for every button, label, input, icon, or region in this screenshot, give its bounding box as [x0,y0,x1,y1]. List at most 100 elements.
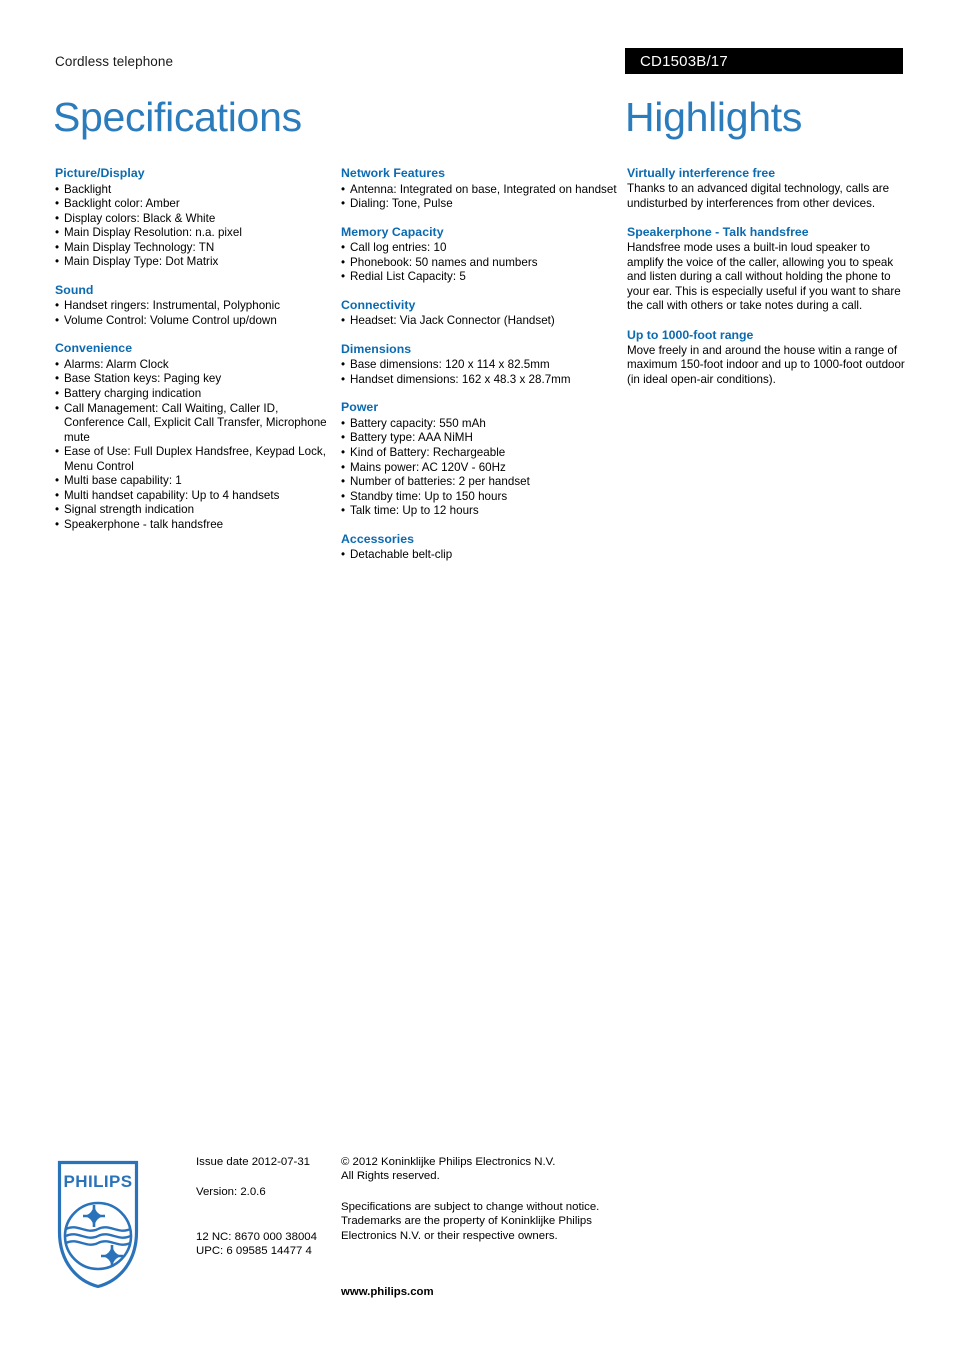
spec-section-heading: Convenience [55,341,133,356]
spec-item: • Main Display Type: Dot Matrix [55,255,333,270]
bullet-icon: • [55,503,60,517]
spec-item: • Kind of Battery: Rechargeable [341,446,619,461]
spec-section-heading: Accessories [341,531,415,546]
spec-item: • Battery type: AAA NiMH [341,431,619,446]
footer-version-block: Version: 2.0.6 [196,1185,336,1199]
spec-item-text: Detachable belt-clip [350,548,453,562]
page-title-highlights: Highlights [625,94,803,140]
bullet-icon: • [55,445,60,459]
spec-item: • Detachable belt-clip [341,548,619,563]
bullet-icon: • [55,313,60,327]
footer-website-link[interactable]: www.philips.com [341,1285,603,1299]
spec-item: • Ease of Use: Full Duplex Handsfree, Key… [55,445,333,474]
spec-section-heading: Connectivity [341,297,416,312]
spec-item: • Main Display Technology: TN [55,241,333,256]
bullet-icon: • [55,240,60,254]
bullet-icon: • [341,548,346,562]
bullet-icon: • [55,401,60,415]
spec-section: Accessories • Detachable belt-clip [341,532,619,563]
spec-item: • Multi base capability: 1 [55,474,333,489]
specifications-column-1: Picture/Display • Backlight • Backlight colo… [55,166,333,532]
bullet-icon: • [55,357,60,371]
bullet-icon: • [341,241,346,255]
spec-item-text: Speakerphone - talk handsfree [64,517,224,531]
bullet-icon: • [341,460,346,474]
spec-item-list: • Call log entries: 10 • Phonebook: 50 name… [341,241,619,285]
spec-item: • Display colors: Black & White [55,212,333,227]
highlights-column: Virtually interference free Thanks to an … [627,166,905,387]
spec-item-text: Battery type: AAA NiMH [350,431,473,445]
spec-item-list: • Battery capacity: 550 mAh • Battery type:… [341,417,619,519]
spec-item-text: Multi base capability: 1 [64,474,182,488]
footer-meta-column: Issue date 2012-07-31 Version: 2.0.6 12 … [196,1155,336,1259]
spec-item-text: Base dimensions: 120 x 114 x 82.5mm [350,358,550,372]
bullet-icon: • [55,197,60,211]
spec-section-heading: Dimensions [341,341,412,356]
spec-item-text: Base Station keys: Paging key [64,372,222,386]
spec-item: • Talk time: Up to 12 hours [341,504,619,519]
spec-item: • Phonebook: 50 names and numbers [341,256,619,271]
spec-item: • Number of batteries: 2 per handset [341,475,619,490]
spec-item-list: • Alarms: Alarm Clock • Base Station keys: … [55,358,333,533]
spec-item: • Main Display Resolution: n.a. pixel [55,226,333,241]
footer-disclaimer-line-1: Specifications are subject to change wit… [341,1200,600,1213]
spec-item: • Volume Control: Volume Control up/down [55,314,333,329]
bullet-icon: • [341,489,346,503]
bullet-icon: • [341,314,346,328]
spec-item: • Standby time: Up to 150 hours [341,490,619,505]
spec-item-text: Call log entries: 10 [350,241,447,255]
bullet-icon: • [55,226,60,240]
spec-item-list: • Handset ringers: Instrumental, Polyphon… [55,299,333,328]
spec-item-text: Backlight [64,182,112,196]
spec-section: Convenience • Alarms: Alarm Clock • Base Sta… [55,341,333,532]
product-category-label: Cordless telephone [55,54,174,69]
footer-copyright-line-2: All Rights reserved. [341,1170,440,1183]
spec-item-text: Kind of Battery: Rechargeable [350,445,506,459]
spec-section: Sound • Handset ringers: Instrumental, Pol… [55,283,333,329]
spec-item-text: Volume Control: Volume Control up/down [64,313,277,327]
spec-item: • Handset ringers: Instrumental, Polyphon… [55,299,333,314]
highlight-heading: Speakerphone - Talk handsfree [627,225,809,240]
spec-item: • Mains power: AC 120V - 60Hz [341,461,619,476]
bullet-icon: • [55,517,60,531]
bullet-icon: • [55,299,60,313]
spec-item-text: Multi handset capability: Up to 4 handse… [64,488,280,502]
spec-item-list: • Headset: Via Jack Connector (Handset) [341,314,619,329]
highlight-body: Handsfree mode uses a built-in loud spea… [627,241,901,313]
bullet-icon: • [341,416,346,430]
highlight-entry: Speakerphone - Talk handsfree Handsfree m… [627,225,905,314]
spec-item-list: • Base dimensions: 120 x 114 x 82.5mm • Han… [341,358,619,387]
spec-item: • Antenna: Integrated on base, Integrated… [341,183,619,198]
svg-text:PHILIPS: PHILIPS [64,1172,133,1191]
bullet-icon: • [341,475,346,489]
spec-section: Memory Capacity • Call log entries: 10 • Pho… [341,225,619,285]
bullet-icon: • [55,211,60,225]
bullet-icon: • [341,372,346,386]
spec-item: • Call log entries: 10 [341,241,619,256]
spec-item-text: Talk time: Up to 12 hours [350,504,479,518]
spec-section-heading: Network Features [341,166,445,180]
spec-item: • Redial List Capacity: 5 [341,270,619,285]
spec-item: • Speakerphone - talk handsfree [55,518,333,533]
footer-disclaimer-line-3: Electronics N.V. or their respective own… [341,1229,558,1242]
bullet-icon: • [341,255,346,269]
spec-item-list: • Detachable belt-clip [341,548,619,563]
highlight-heading: Up to 1000-foot range [627,327,754,342]
spec-item-text: Battery capacity: 550 mAh [350,416,486,430]
philips-logo: PHILIPS [57,1160,139,1289]
footer-version: Version: 2.0.6 [196,1186,266,1199]
spec-item: • Battery capacity: 550 mAh [341,417,619,432]
spec-item-text: Headset: Via Jack Connector (Handset) [350,314,555,328]
bullet-icon: • [341,270,346,284]
spec-section: Connectivity • Headset: Via Jack Connector… [341,298,619,329]
highlight-body: Thanks to an advanced digital technology… [627,182,890,210]
spec-item-text: Handset dimensions: 162 x 48.3 x 28.7mm [350,372,571,386]
spec-section-heading: Sound [55,282,94,297]
bullet-icon: • [55,488,60,502]
product-code-text: CD1503B/17 [640,53,728,70]
highlight-body: Move freely in and around the house witi… [627,343,905,386]
highlight-heading: Virtually interference free [627,166,776,180]
spec-section: Power • Battery capacity: 550 mAh • Battery … [341,400,619,518]
spec-item: • Base Station keys: Paging key [55,372,333,387]
spec-item: • Multi handset capability: Up to 4 hands… [55,489,333,504]
